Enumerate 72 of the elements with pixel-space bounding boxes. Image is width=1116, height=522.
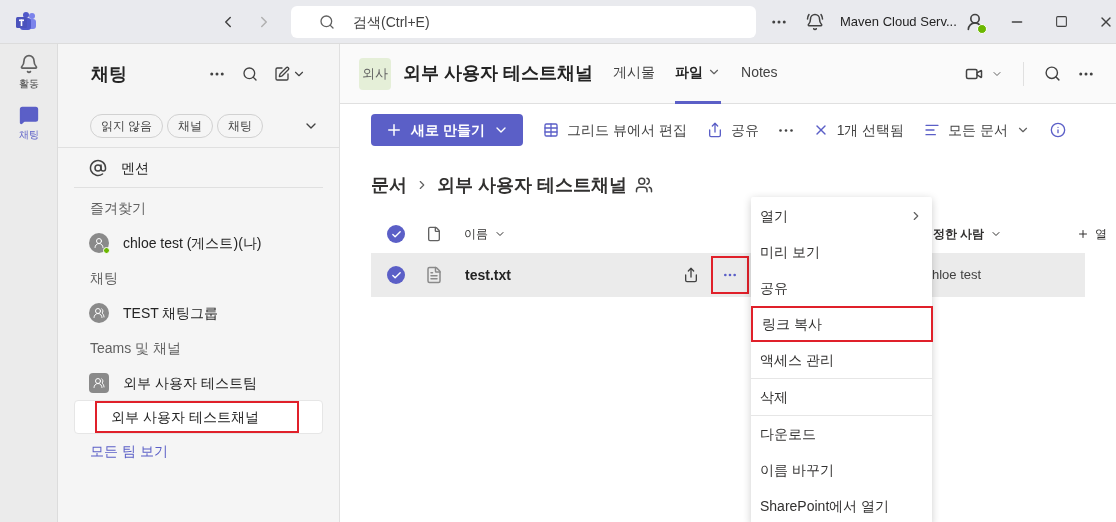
row-checkbox[interactable]	[387, 225, 405, 243]
menu-item[interactable]: 열기	[751, 198, 932, 234]
plus-icon	[1077, 228, 1089, 240]
pen-square-icon	[274, 66, 290, 82]
account-name[interactable]: Maven Cloud Serv...	[840, 11, 957, 32]
table-icon	[542, 122, 559, 138]
notification-bell-icon[interactable]	[806, 12, 824, 31]
check-icon	[390, 269, 402, 281]
info-icon	[1050, 122, 1067, 138]
sidebar-item[interactable]: 외부 사용자 테스트팀	[74, 366, 323, 400]
share-icon	[706, 122, 723, 138]
column-header[interactable]: 이름	[464, 225, 506, 243]
view-selector[interactable]: 모든 문서	[916, 114, 1039, 146]
menu-item[interactable]: 링크 복사	[751, 306, 933, 342]
channel-title: 외부 사용자 테스트채널	[403, 62, 593, 85]
file-name[interactable]: test.txt	[465, 264, 511, 286]
search-icon	[319, 13, 335, 30]
sidebar-item[interactable]: chloe test (게스트)(나)	[74, 226, 323, 260]
new-chat-button[interactable]	[274, 66, 306, 82]
section-heading: Teams 및 채널	[90, 338, 181, 358]
grid-view-button[interactable]: 그리드 뷰에서 편집	[534, 114, 695, 146]
text-file-icon	[425, 266, 443, 284]
bell-icon	[18, 54, 39, 74]
section-heading: 즐겨찾기	[90, 198, 146, 218]
breadcrumb-item[interactable]: 문서	[371, 171, 407, 199]
breadcrumb-item: 외부 사용자 테스트채널	[437, 173, 627, 197]
channel-tab[interactable]: 파일	[675, 43, 721, 104]
rail-tab[interactable]: 활동	[18, 54, 39, 91]
all-teams-link[interactable]: 모든 팀 보기	[90, 440, 168, 462]
channel-tab[interactable]: Notes	[741, 43, 778, 104]
sidebar-item[interactable]: 외부 사용자 테스트채널	[74, 400, 323, 434]
search-field[interactable]: 검색(Ctrl+E)	[291, 5, 756, 38]
add-column-button[interactable]: 열	[1077, 225, 1107, 243]
sidebar-item[interactable]: 멘션	[74, 151, 323, 185]
profile-icon[interactable]	[964, 11, 985, 32]
members-icon[interactable]	[635, 176, 653, 194]
team-avatar-icon	[89, 373, 109, 393]
table-cell-text: hloe test	[932, 266, 982, 285]
more-button[interactable]	[711, 256, 749, 294]
channel-tab[interactable]: 게시물	[613, 43, 655, 104]
chat-icon	[18, 105, 39, 125]
share-icon[interactable]	[683, 267, 699, 283]
search-icon[interactable]	[242, 66, 258, 82]
avatar-icon	[89, 233, 109, 253]
sidebar-item[interactable]: TEST 채팅그룹	[74, 296, 323, 330]
menu-item[interactable]: 삭제	[751, 379, 932, 415]
menu-item[interactable]: SharePoint에서 열기	[751, 488, 932, 522]
plus-icon	[385, 121, 403, 139]
app-logo-icon	[15, 11, 37, 32]
more-icon	[778, 128, 793, 132]
filter-chip[interactable]: 읽지 않음	[90, 113, 164, 138]
sidebar-title: 채팅	[91, 62, 127, 86]
new-button[interactable]: 새로 만들기	[371, 114, 523, 146]
menu-item[interactable]: 이름 바꾸기	[751, 452, 932, 488]
column-header[interactable]: 정한 사람	[933, 225, 1003, 243]
search-icon[interactable]	[1044, 65, 1061, 82]
filter-chip[interactable]: 채팅	[217, 113, 264, 138]
group-avatar-icon	[89, 303, 109, 323]
maximize-button[interactable]	[1054, 15, 1068, 28]
at-icon	[89, 159, 107, 177]
rail-tab[interactable]: 채팅	[18, 105, 39, 142]
menu-item[interactable]: 액세스 관리	[751, 342, 932, 378]
filter-chip[interactable]: 채널	[167, 113, 214, 138]
menu-item[interactable]: 다운로드	[751, 416, 932, 452]
share-button[interactable]: 공유	[698, 114, 767, 146]
check-icon	[390, 228, 402, 240]
file-type-icon	[426, 226, 442, 242]
clear-selection-button[interactable]: 1개 선택됨	[804, 114, 913, 146]
row-checkbox[interactable]	[387, 266, 405, 284]
section-heading: 채팅	[90, 268, 118, 288]
lines-icon	[924, 122, 941, 138]
channel-avatar: 외사	[359, 57, 391, 90]
